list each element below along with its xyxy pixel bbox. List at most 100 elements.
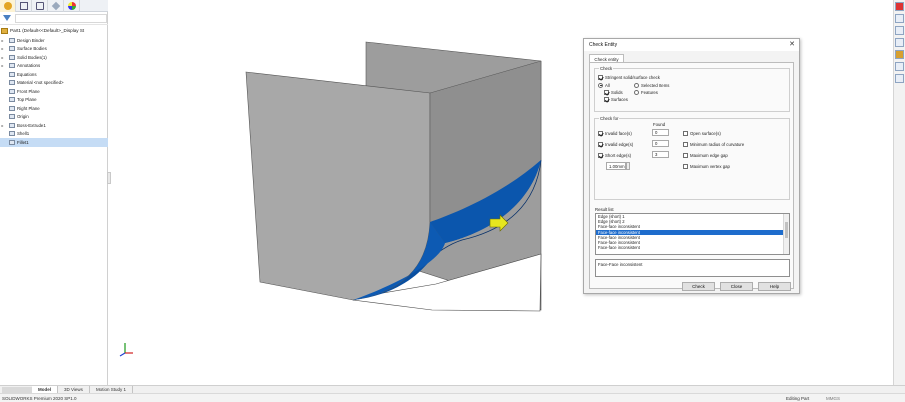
strict-check-checkbox[interactable] [598, 74, 603, 80]
tree-item[interactable]: Equations [0, 70, 108, 79]
short-edges-label: Short edge(s) [605, 152, 632, 158]
bottom-tab[interactable]: Model [32, 386, 58, 393]
tree-item[interactable]: Shell1 [0, 130, 108, 139]
solids-checkbox[interactable] [604, 89, 609, 95]
status-units[interactable]: MMGS [826, 396, 840, 401]
view-palette-icon[interactable] [895, 38, 904, 47]
solids-row[interactable]: Solids [604, 89, 623, 95]
tree-item[interactable]: Top Plane [0, 96, 108, 105]
expand-arrow-icon[interactable]: ▸ [0, 63, 5, 68]
tab-scroll-arrows[interactable] [2, 386, 32, 393]
tree-filter-input[interactable] [15, 13, 107, 23]
expand-arrow-icon[interactable]: ▸ [0, 55, 5, 60]
tree-filter-bar [0, 12, 108, 25]
solids-label: Solids [611, 89, 623, 95]
tree-item[interactable]: Origin [0, 113, 108, 122]
max-edge-gap-row[interactable]: Maximum edge gap [683, 152, 728, 158]
expand-arrow-icon[interactable]: ▸ [0, 123, 5, 128]
bottom-tab-bar: Model 3D Views Motion Study 1 [0, 385, 905, 393]
selected-items-radio[interactable] [634, 82, 639, 88]
tree-item[interactable]: Fillet1 [0, 138, 108, 147]
strict-check-row[interactable]: Stringent solid/surface check [598, 74, 660, 80]
feature-icon [9, 80, 15, 86]
invalid-edges-row[interactable]: Invalid edge(s) [598, 141, 633, 147]
tree-item-label: Equations [17, 71, 37, 77]
tree-item-label: Solid Bodies(1) [17, 54, 47, 60]
max-vertex-gap-checkbox[interactable] [683, 163, 688, 169]
tree-item[interactable]: ▸ Annotations [0, 62, 108, 71]
result-list[interactable]: Edge (short) 1 Edge (short) 2 Face-face in… [595, 213, 790, 255]
features-radio[interactable] [634, 89, 639, 95]
min-radius-checkbox[interactable] [683, 141, 688, 147]
feature-icon [9, 71, 15, 77]
tree-item[interactable]: Material <not specified> [0, 79, 108, 88]
tab-feature-manager[interactable] [0, 0, 16, 12]
scroll-thumb[interactable] [785, 222, 788, 238]
tree-root-part[interactable]: Part1 (Default<<Default>_Display St [1, 26, 108, 35]
tab-property-manager[interactable] [16, 0, 32, 12]
custom-properties-icon[interactable] [895, 62, 904, 71]
dialog-body: Check Stringent solid/surface check All … [589, 62, 794, 289]
tree-item[interactable]: ▸ Surface Bodies [0, 45, 108, 54]
tree-item-label: Origin [17, 114, 29, 120]
bottom-tab[interactable]: Motion Study 1 [90, 386, 133, 393]
tree-item[interactable]: ▸ Boss-Extrude1 [0, 121, 108, 130]
close-icon[interactable]: ✕ [789, 41, 795, 49]
all-radio-row[interactable]: All [598, 82, 610, 88]
max-vertex-gap-row[interactable]: Maximum vertex gap [683, 163, 730, 169]
max-edge-gap-checkbox[interactable] [683, 152, 688, 158]
surfaces-checkbox[interactable] [604, 96, 609, 102]
selected-items-row[interactable]: Selected Items [634, 82, 669, 88]
check-entity-dialog: Check Entity ✕ Check entity Check String… [583, 38, 800, 294]
front-wall-face[interactable] [245, 71, 431, 301]
status-mode: Editing Part [786, 395, 810, 401]
expand-arrow-icon[interactable]: ▸ [0, 38, 5, 43]
bottom-tab[interactable]: 3D Views [58, 386, 90, 393]
invalid-faces-checkbox[interactable] [598, 130, 603, 136]
all-radio[interactable] [598, 82, 603, 88]
solidworks-forum-icon[interactable] [895, 74, 904, 83]
invalid-faces-row[interactable]: Invalid face(s) [598, 130, 632, 136]
feature-tree-icon [3, 2, 12, 10]
tree-item-label: Design Binder [17, 37, 45, 43]
open-surfaces-checkbox[interactable] [683, 130, 688, 136]
appearances-icon[interactable] [895, 50, 904, 59]
expand-arrow-icon[interactable]: ▸ [0, 46, 5, 51]
features-row[interactable]: Features [634, 89, 658, 95]
check-button[interactable]: Check [682, 282, 715, 291]
file-explorer-icon[interactable] [895, 26, 904, 35]
short-edge-length-spinner[interactable] [626, 162, 630, 170]
result-list-scrollbar[interactable] [783, 214, 789, 254]
max-vertex-gap-label: Maximum vertex gap [690, 163, 730, 169]
tab-dimxpert-manager[interactable] [48, 0, 64, 12]
feature-icon [9, 105, 15, 111]
configuration-icon [35, 2, 44, 10]
result-description: Face-Face inconsistent [595, 259, 790, 277]
close-button[interactable]: Close [720, 282, 753, 291]
tree-item[interactable]: ▸ Design Binder [0, 36, 108, 45]
invalid-edges-checkbox[interactable] [598, 141, 603, 147]
tab-configuration-manager[interactable] [32, 0, 48, 12]
help-button[interactable]: Help [758, 282, 791, 291]
tree-item[interactable]: ▸ Solid Bodies(1) [0, 53, 108, 62]
list-item[interactable]: Face-face inconsistent [596, 245, 789, 250]
result-list-label: Result list [595, 207, 614, 212]
tab-display-manager[interactable] [64, 0, 80, 12]
design-library-icon[interactable] [895, 14, 904, 23]
feature-icon [9, 37, 15, 43]
solidworks-resources-icon[interactable] [895, 2, 904, 11]
short-edges-checkbox[interactable] [598, 152, 603, 158]
open-surfaces-row[interactable]: Open surface(s) [683, 130, 721, 136]
display-manager-icon [67, 2, 76, 10]
tree-item-label: Top Plane [17, 97, 37, 103]
short-edge-length-input[interactable]: 1.00mm [606, 162, 626, 170]
feature-icon [9, 97, 15, 103]
tree-item[interactable]: Front Plane [0, 87, 108, 96]
surfaces-row[interactable]: Surfaces [604, 96, 628, 102]
check-group-label: Check [599, 66, 614, 71]
tree-item-label: Boss-Extrude1 [17, 122, 46, 128]
tree-item[interactable]: Right Plane [0, 104, 108, 113]
filter-icon[interactable] [3, 15, 11, 21]
short-edges-row[interactable]: Short edge(s) [598, 152, 631, 158]
min-radius-row[interactable]: Minimum radius of curvature [683, 141, 744, 147]
